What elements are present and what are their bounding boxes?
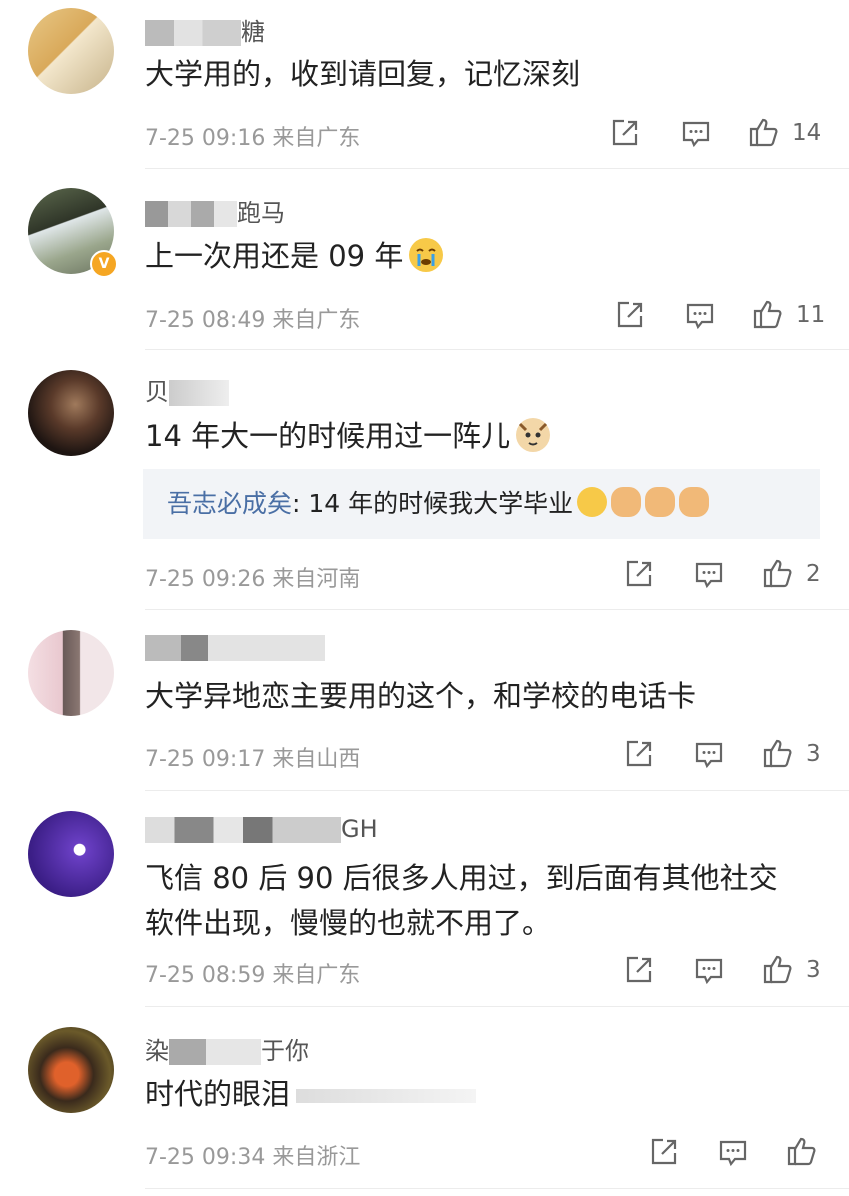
reply-author[interactable]: 吾志必成矣: [167, 489, 292, 518]
like-count: 2: [806, 561, 821, 587]
divider: [145, 1006, 849, 1007]
comment-meta: 7-25 09:17 来自山西: [145, 741, 360, 773]
username-text: 跑马: [237, 199, 285, 227]
share-icon[interactable]: [624, 739, 654, 769]
comment-time: 7-25 09:17: [145, 747, 266, 772]
thumbs-up-icon[interactable]: [762, 737, 794, 769]
verified-badge: V: [90, 250, 118, 278]
username-suffix: 于你: [261, 1037, 309, 1065]
username-text: GH: [341, 815, 378, 843]
comment-time: 7-25 09:34: [145, 1145, 266, 1170]
divider: [145, 349, 849, 350]
comment-text: 大学异地恋主要用的这个，和学校的电话卡: [145, 679, 697, 713]
handshake-emoji: [679, 487, 710, 517]
comment-location: 来自浙江: [272, 1145, 361, 1170]
share-icon[interactable]: [649, 1137, 679, 1167]
thumbs-up-icon[interactable]: [748, 116, 780, 148]
comment-meta: 7-25 08:59 来自广东: [145, 957, 360, 989]
comment-text: 时代的眼泪: [145, 1070, 477, 1118]
divider: [145, 790, 849, 791]
like-count: 3: [806, 741, 821, 767]
comment-text: 大学用的，收到请回复，记忆深刻: [145, 57, 581, 91]
thumbs-up-icon[interactable]: [786, 1135, 818, 1167]
comment-text-content: 14 年大一的时候用过一阵儿: [145, 419, 511, 453]
like-count: 14: [792, 120, 822, 146]
grin-emoji: [577, 487, 608, 517]
comment-meta: 7-25 09:26 来自河南: [145, 561, 360, 593]
username[interactable]: 跑马: [145, 193, 285, 228]
comment-location: 来自广东: [272, 308, 361, 333]
comment-text: 上一次用还是 09 年: [145, 232, 444, 280]
handshake-emoji: [645, 487, 676, 517]
comment-location: 来自广东: [272, 126, 361, 151]
comment-icon[interactable]: [718, 1138, 748, 1168]
username[interactable]: 染 于你: [145, 1031, 309, 1066]
comment-icon[interactable]: [694, 740, 724, 770]
like-count: 11: [796, 302, 826, 328]
share-icon[interactable]: [615, 300, 645, 330]
comment-time: 7-25 09:26: [145, 567, 266, 592]
username[interactable]: GH: [145, 815, 378, 843]
comment-meta: 7-25 09:16 来自广东: [145, 120, 360, 152]
divider: [145, 609, 849, 610]
username[interactable]: 贝: [145, 372, 229, 407]
avatar[interactable]: [28, 8, 114, 94]
comment-icon[interactable]: [694, 560, 724, 590]
divider: [145, 168, 849, 169]
reply-text: : 14 年的时候我大学毕业: [292, 489, 574, 518]
comment-text-content: 时代的眼泪: [145, 1077, 291, 1111]
divider: [145, 1188, 849, 1189]
username[interactable]: [145, 633, 325, 661]
thumbs-up-icon[interactable]: [762, 953, 794, 985]
comment-location: 来自广东: [272, 963, 361, 988]
comment-text: 14 年大一的时候用过一阵儿: [145, 412, 551, 460]
username[interactable]: 糖: [145, 12, 265, 47]
crying-emoji: [409, 238, 444, 272]
like-count: 3: [806, 957, 821, 983]
comment-icon[interactable]: [685, 301, 715, 331]
comment-location: 来自河南: [272, 567, 361, 592]
comment-meta: 7-25 08:49 来自广东: [145, 302, 360, 334]
cat-emoji: [516, 418, 551, 452]
comment-icon[interactable]: [694, 956, 724, 986]
avatar[interactable]: [28, 811, 114, 897]
handshake-emoji: [611, 487, 642, 517]
avatar[interactable]: [28, 1027, 114, 1113]
avatar[interactable]: [28, 630, 114, 716]
comment-text-content: 上一次用还是 09 年: [145, 239, 404, 273]
share-icon[interactable]: [624, 955, 654, 985]
username-text: 糖: [241, 18, 265, 46]
comment-icon[interactable]: [681, 119, 711, 149]
comment-location: 来自山西: [272, 747, 361, 772]
username-text: 贝: [145, 378, 169, 406]
avatar[interactable]: [28, 370, 114, 456]
share-icon[interactable]: [624, 559, 654, 589]
comment-time: 7-25 08:59: [145, 963, 266, 988]
reply-box[interactable]: 吾志必成矣: 14 年的时候我大学毕业: [143, 469, 820, 539]
thumbs-up-icon[interactable]: [752, 298, 784, 330]
username-prefix: 染: [145, 1037, 169, 1065]
comment-time: 7-25 09:16: [145, 126, 266, 151]
share-icon[interactable]: [610, 118, 640, 148]
comment-meta: 7-25 09:34 来自浙江: [145, 1139, 360, 1171]
comment-text-line2: 软件出现，慢慢的也就不用了。: [145, 906, 552, 940]
comment-time: 7-25 08:49: [145, 308, 266, 333]
comment-text-line1: 飞信 80 后 90 后很多人用过，到后面有其他社交: [145, 861, 778, 895]
thumbs-up-icon[interactable]: [762, 557, 794, 589]
